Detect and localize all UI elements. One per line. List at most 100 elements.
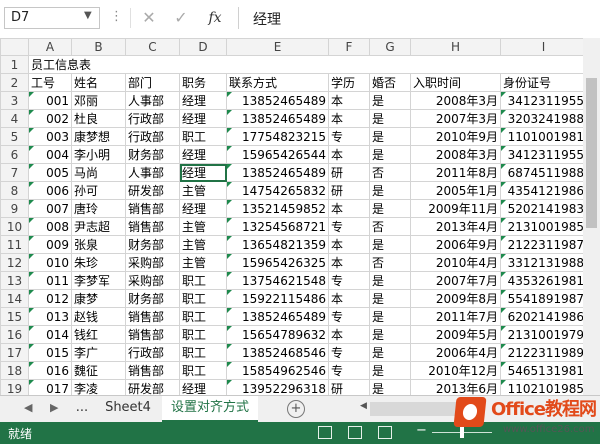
cell-g9[interactable]: 是 <box>369 199 411 218</box>
cell-b2[interactable]: 姓名 <box>71 73 126 92</box>
cell-d9[interactable]: 经理 <box>179 199 227 218</box>
cell-b14[interactable]: 康梦 <box>71 289 126 308</box>
cell-c3[interactable]: 人事部 <box>125 91 180 110</box>
cell-a12[interactable]: 010 <box>28 253 72 272</box>
cell-c16[interactable]: 销售部 <box>125 325 180 344</box>
cell-g16[interactable]: 是 <box>369 325 411 344</box>
cell-d12[interactable]: 主管 <box>179 253 227 272</box>
tab-set-alignment[interactable]: 设置对齐方式 <box>162 396 258 422</box>
cell-a2[interactable]: 工号 <box>28 73 72 92</box>
cell-a18[interactable]: 016 <box>28 361 72 380</box>
formula-input[interactable]: 经理 <box>238 7 600 29</box>
cell-c12[interactable]: 采购部 <box>125 253 180 272</box>
cell-a3[interactable]: 001 <box>28 91 72 110</box>
worksheet-table[interactable]: ABCDEFGHI 1 员工信息表 2 工号 姓名 部门 职务 联系方式 学历 婚否 入职时间 身份证… <box>0 38 587 395</box>
cell-b11[interactable]: 张泉 <box>71 235 126 254</box>
cell-i3[interactable]: 3412311955 <box>500 91 587 110</box>
spreadsheet-grid[interactable]: ABCDEFGHI 1 员工信息表 2 工号 姓名 部门 职务 联系方式 学历 婚否 入职时间 身份证… <box>0 38 600 395</box>
cell-e11[interactable]: 13654821359 <box>226 235 329 254</box>
cell-a10[interactable]: 008 <box>28 217 72 236</box>
cell-c15[interactable]: 销售部 <box>125 307 180 326</box>
cell-e12[interactable]: 15965426325 <box>226 253 329 272</box>
cell-f16[interactable]: 本 <box>328 325 370 344</box>
cell-c7[interactable]: 人事部 <box>125 163 180 182</box>
cell-i13[interactable]: 4353261981 <box>500 271 587 290</box>
cell-e8[interactable]: 14754265832 <box>226 181 329 200</box>
cell-i10[interactable]: 2131001985 <box>500 217 587 236</box>
column-header-h[interactable]: H <box>410 38 501 56</box>
cell-h9[interactable]: 2009年11月 <box>410 199 501 218</box>
cell-e4[interactable]: 13852465489 <box>226 109 329 128</box>
row-header[interactable]: 18 <box>0 361 29 380</box>
column-header-e[interactable]: E <box>226 38 329 56</box>
cell-f14[interactable]: 本 <box>328 289 370 308</box>
row-header[interactable]: 12 <box>0 253 29 272</box>
row-header[interactable]: 17 <box>0 343 29 362</box>
cell-g12[interactable]: 否 <box>369 253 411 272</box>
cell-e6[interactable]: 15965426544 <box>226 145 329 164</box>
cell-h7[interactable]: 2011年8月 <box>410 163 501 182</box>
cell-h2[interactable]: 入职时间 <box>410 73 501 92</box>
scroll-left-icon[interactable]: ◀ <box>360 401 367 411</box>
column-header-f[interactable]: F <box>328 38 370 56</box>
cell-a15[interactable]: 013 <box>28 307 72 326</box>
cell-h15[interactable]: 2011年7月 <box>410 307 501 326</box>
row-header[interactable]: 5 <box>0 127 29 146</box>
cell-c14[interactable]: 财务部 <box>125 289 180 308</box>
cell-d2[interactable]: 职务 <box>179 73 227 92</box>
cell-d16[interactable]: 职工 <box>179 325 227 344</box>
cell-g17[interactable]: 是 <box>369 343 411 362</box>
cell-h8[interactable]: 2005年1月 <box>410 181 501 200</box>
cell-e18[interactable]: 15854962546 <box>226 361 329 380</box>
zoom-out-icon[interactable]: − <box>416 423 427 438</box>
cell-c5[interactable]: 行政部 <box>125 127 180 146</box>
row-header[interactable]: 11 <box>0 235 29 254</box>
cell-b7[interactable]: 马尚 <box>71 163 126 182</box>
cell-i18[interactable]: 5465131981 <box>500 361 587 380</box>
page-break-icon[interactable] <box>378 426 392 439</box>
cell-d5[interactable]: 职工 <box>179 127 227 146</box>
next-sheet-icon[interactable]: ▶ <box>50 401 58 414</box>
cell-f2[interactable]: 学历 <box>328 73 370 92</box>
row-header[interactable]: 3 <box>0 91 29 110</box>
cell-g14[interactable]: 是 <box>369 289 411 308</box>
cell-a17[interactable]: 015 <box>28 343 72 362</box>
cell-d15[interactable]: 职工 <box>179 307 227 326</box>
cell-e14[interactable]: 15922115486 <box>226 289 329 308</box>
cell-a14[interactable]: 012 <box>28 289 72 308</box>
cell-f9[interactable]: 本 <box>328 199 370 218</box>
cell-i4[interactable]: 3203241988 <box>500 109 587 128</box>
cell-e15[interactable]: 13852465489 <box>226 307 329 326</box>
column-header-a[interactable]: A <box>28 38 72 56</box>
cell-e5[interactable]: 17754823215 <box>226 127 329 146</box>
tab-ellipsis[interactable]: ... <box>72 396 92 422</box>
cell-a1[interactable]: 员工信息表 <box>28 55 587 74</box>
cell-b4[interactable]: 杜良 <box>71 109 126 128</box>
cell-h5[interactable]: 2010年9月 <box>410 127 501 146</box>
cell-h4[interactable]: 2007年3月 <box>410 109 501 128</box>
column-header-d[interactable]: D <box>179 38 227 56</box>
prev-sheet-icon[interactable]: ◀ <box>24 401 32 414</box>
cell-a5[interactable]: 003 <box>28 127 72 146</box>
row-header[interactable]: 16 <box>0 325 29 344</box>
cell-e7[interactable]: 13852465489 <box>226 163 329 182</box>
cell-a11[interactable]: 009 <box>28 235 72 254</box>
cell-c19[interactable]: 研发部 <box>125 379 180 395</box>
cell-f15[interactable]: 专 <box>328 307 370 326</box>
cell-i11[interactable]: 2122311987 <box>500 235 587 254</box>
cell-e13[interactable]: 13754621548 <box>226 271 329 290</box>
cell-e16[interactable]: 15654789632 <box>226 325 329 344</box>
cell-f4[interactable]: 本 <box>328 109 370 128</box>
cell-a4[interactable]: 002 <box>28 109 72 128</box>
cell-f5[interactable]: 专 <box>328 127 370 146</box>
cell-f19[interactable]: 研 <box>328 379 370 395</box>
cell-i8[interactable]: 4354121986 <box>500 181 587 200</box>
cell-f12[interactable]: 本 <box>328 253 370 272</box>
cell-b15[interactable]: 赵钱 <box>71 307 126 326</box>
row-header[interactable]: 1 <box>0 55 29 74</box>
cell-a6[interactable]: 004 <box>28 145 72 164</box>
cell-e2[interactable]: 联系方式 <box>226 73 329 92</box>
cell-g2[interactable]: 婚否 <box>369 73 411 92</box>
cell-c4[interactable]: 行政部 <box>125 109 180 128</box>
insert-function-icon[interactable]: fx <box>202 7 228 29</box>
